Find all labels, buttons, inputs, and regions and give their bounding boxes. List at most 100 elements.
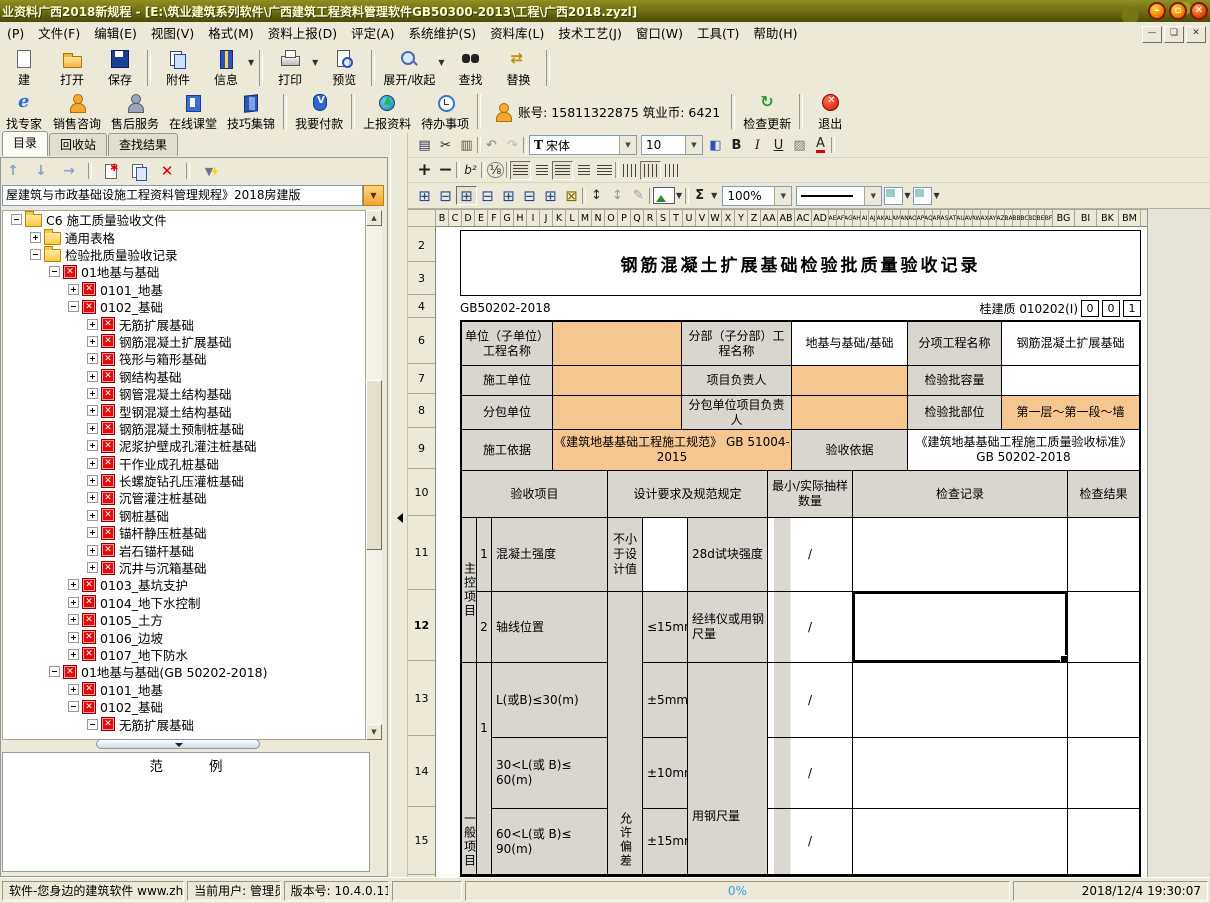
row-header-14[interactable]: 14 [408,736,435,807]
chevron-down-icon[interactable]: ▼ [864,187,881,205]
cell-pm-label[interactable]: 项目负责人 [682,366,792,396]
column-header-M[interactable]: M [579,210,592,226]
toolbar-button-我要付款[interactable]: 我要付款 [290,90,348,133]
column-header-G[interactable]: G [501,210,514,226]
vertical-text-right-icon[interactable] [661,161,682,180]
column-header-BB[interactable]: BB [1013,210,1021,226]
cell-construction-basis-label[interactable]: 施工依据 [462,430,553,471]
column-header-AV[interactable]: AV [965,210,973,226]
horizontal-splitter-handle[interactable] [96,739,260,749]
close-icon[interactable]: ✕ [1190,2,1208,20]
column-header-N[interactable]: N [592,210,605,226]
scroll-up-icon[interactable]: ▲ [366,210,382,226]
menu-item-编辑(E)[interactable]: 编辑(E) [87,23,144,45]
delete-node-icon[interactable] [158,162,176,180]
collapse-icon[interactable] [49,666,60,677]
menu-item-窗口(W)[interactable]: 窗口(W) [629,23,690,45]
tree-item[interactable]: 钢结构基础 [3,368,365,385]
cell-record[interactable] [853,809,1068,875]
column-header-AB[interactable]: AB [778,210,795,226]
tree-item[interactable]: 01地基与基础(GB 50202-2018) [3,663,365,680]
tree-item[interactable]: 锚杆静压桩基础 [3,524,365,541]
toolbar-button-售后服务[interactable]: 售后服务 [106,90,164,133]
toolbar-button-保存[interactable]: 保存 [96,46,144,90]
column-header-V[interactable]: V [696,210,709,226]
expand-icon[interactable] [68,632,79,643]
copy-icon[interactable] [414,136,435,155]
border-color-icon[interactable] [884,187,903,205]
column-header-Q[interactable]: Q [631,210,644,226]
cell-item-L60[interactable]: 30<L(或 B)≤ 60(m) [492,738,608,809]
tree-item[interactable]: C6 施工质量验收文件 [3,211,365,228]
column-header-BK[interactable]: BK [1097,210,1119,226]
merge-cell-icon[interactable] [498,186,519,205]
column-header-AO[interactable]: AO [909,210,917,226]
column-header-S[interactable]: S [657,210,670,226]
copy-node-icon[interactable] [130,162,148,180]
toolbar-button-销售咨询[interactable]: 销售咨询 [48,90,106,133]
toolbar-button-上报资料[interactable]: 上报资料 [358,90,416,133]
chevron-down-icon[interactable]: ▼ [248,58,254,67]
expand-icon[interactable] [87,545,98,556]
column-header-H[interactable]: H [514,210,527,226]
column-header-R[interactable]: R [644,210,657,226]
align-left-border-icon[interactable] [510,161,531,180]
cell-item-concrete-strength[interactable]: 混凝土强度 [492,518,608,592]
tree-item[interactable]: 0102_基础 [3,298,365,315]
cell-num[interactable]: 2 [477,592,492,663]
header-check-record[interactable]: 检查记录 [853,471,1068,518]
expand-icon[interactable] [68,284,79,295]
sheet-corner[interactable] [408,209,436,227]
expand-icon[interactable] [87,405,98,416]
cell-method-28d[interactable]: 28d试块强度 [688,518,768,592]
chevron-down-icon[interactable]: ▼ [676,191,682,200]
cell-division-value[interactable]: 地基与基础/基础 [792,322,908,366]
menu-item-系统维护(S)[interactable]: 系统维护(S) [401,23,483,45]
insert-row-icon[interactable] [477,186,498,205]
column-header-BD[interactable]: BD [1029,210,1037,226]
fill-color-icon[interactable] [705,136,726,155]
cell-capacity-label[interactable]: 检验批容量 [908,366,1002,396]
cell-sample[interactable]: / [768,809,853,875]
move-up-icon[interactable] [4,162,22,180]
toolbar-button-建[interactable]: 建 [0,46,48,90]
column-header-U[interactable]: U [683,210,696,226]
column-header-BF[interactable]: BF [1045,210,1053,226]
row-header-13[interactable]: 13 [408,661,435,736]
insert-image-icon[interactable] [653,187,675,204]
menu-item-帮助(H)[interactable]: 帮助(H) [746,23,804,45]
menu-item-视图(V)[interactable]: 视图(V) [144,23,201,45]
sheet-canvas[interactable]: 钢筋混凝土扩展基础检验批质量验收记录 GB50202-2018 桂建质 0102… [436,227,1147,877]
column-header-BM[interactable]: BM [1119,210,1141,226]
expand-icon[interactable] [87,527,98,538]
cut-icon[interactable] [435,136,456,155]
formula-sum-icon[interactable] [689,186,710,205]
scroll-down-icon[interactable]: ▼ [366,724,382,740]
toolbar-button-打开[interactable]: 打开 [48,46,96,90]
column-header-J[interactable]: J [540,210,553,226]
chevron-down-icon[interactable]: ▼ [933,191,939,200]
code-box[interactable]: 1 [1123,300,1141,317]
row-header-7[interactable]: 7 [408,364,435,394]
cell-record[interactable] [853,663,1068,738]
column-header-BA[interactable]: BA [1005,210,1013,226]
cell-sample[interactable]: / [768,518,853,592]
collapse-icon[interactable] [49,266,60,277]
code-box[interactable]: 0 [1102,300,1120,317]
standard-code-left[interactable]: GB50202-2018 [460,301,551,315]
column-header-AZ[interactable]: AZ [997,210,1005,226]
tree-item[interactable]: 无筋扩展基础 [3,315,365,332]
column-header-X[interactable]: X [722,210,735,226]
regulation-combobox-value[interactable]: 屋建筑与市政基础设施工程资料管理规程》2018房建版 [2,185,363,206]
column-header-AS[interactable]: AS [941,210,949,226]
collapse-icon[interactable] [68,701,79,712]
move-right-icon[interactable] [60,162,78,180]
toolbar-button-打印[interactable]: 打印 [266,46,314,90]
tree-item[interactable]: 0106_边坡 [3,628,365,645]
cell-acceptance-basis-label[interactable]: 验收依据 [792,430,908,471]
mdi-restore-icon[interactable]: ❏ [1164,26,1184,43]
column-header-BI[interactable]: BI [1075,210,1097,226]
header-check-result[interactable]: 检查结果 [1068,471,1139,518]
cell-record-selected[interactable] [853,592,1068,663]
expand-icon[interactable] [87,423,98,434]
